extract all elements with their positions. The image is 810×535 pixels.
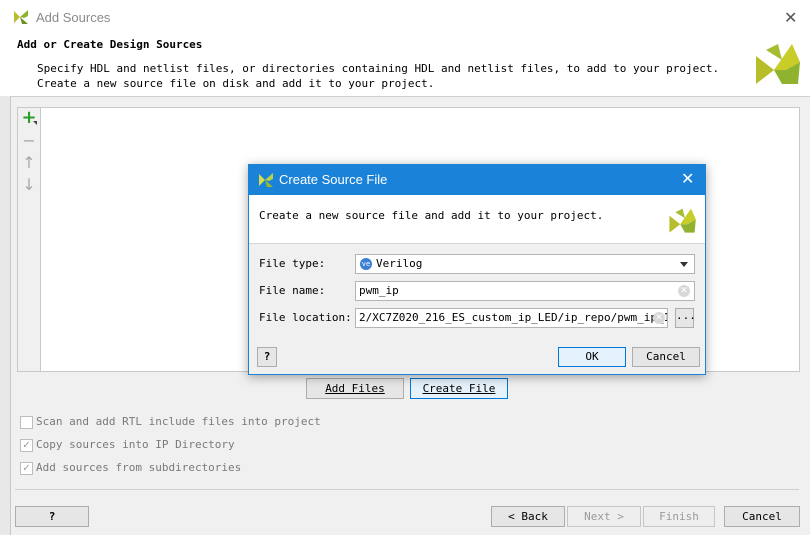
add-subdirs-checkbox[interactable]: ✓ bbox=[20, 462, 33, 475]
divider bbox=[15, 489, 799, 490]
move-down-icon[interactable]: ↓ bbox=[21, 177, 37, 193]
file-type-label: File type: bbox=[259, 257, 326, 270]
scan-rtl-checkbox[interactable] bbox=[20, 416, 33, 429]
file-name-value: pwm_ip bbox=[359, 284, 399, 297]
verilog-icon: ve bbox=[360, 258, 372, 270]
file-type-value: Verilog bbox=[376, 257, 423, 270]
remove-icon[interactable]: − bbox=[21, 133, 37, 149]
dropdown-arrow-icon bbox=[33, 121, 37, 125]
dialog-header: Create a new source file and add it to y… bbox=[249, 195, 705, 244]
vivado-logo-icon bbox=[756, 44, 800, 84]
add-subdirs-label: Add sources from subdirectories bbox=[36, 461, 242, 474]
file-name-input[interactable]: pwm_ip ✕ bbox=[355, 281, 695, 301]
vivado-logo-icon bbox=[259, 173, 273, 187]
file-name-label: File name: bbox=[259, 284, 326, 297]
page-title: Add or Create Design Sources bbox=[17, 38, 203, 51]
browse-button[interactable]: ... bbox=[675, 308, 696, 328]
window-title: Add Sources bbox=[36, 10, 111, 25]
dialog-help-button[interactable]: ? bbox=[257, 347, 277, 367]
file-location-value: 2/XC7Z020_216_ES_custom_ip_LED/ip_repo/p… bbox=[359, 311, 668, 324]
add-files-label: Add Files bbox=[325, 382, 385, 395]
create-source-file-dialog: Create Source File ✕ Create a new source… bbox=[248, 164, 706, 375]
next-button[interactable]: Next > bbox=[567, 506, 641, 527]
scan-rtl-label: Scan and add RTL include files into proj… bbox=[36, 415, 321, 428]
help-button[interactable]: ? bbox=[15, 506, 89, 527]
file-location-label: File location: bbox=[259, 311, 352, 324]
close-icon[interactable]: ✕ bbox=[784, 8, 797, 27]
file-type-select[interactable]: ve Verilog bbox=[355, 254, 695, 274]
copy-sources-label: Copy sources into IP Directory bbox=[36, 438, 235, 451]
dialog-description: Create a new source file and add it to y… bbox=[259, 209, 604, 222]
add-files-button[interactable]: Add Files bbox=[306, 378, 404, 399]
clear-icon[interactable]: ✕ bbox=[653, 312, 665, 324]
create-file-button[interactable]: Create File bbox=[410, 378, 508, 399]
clear-icon[interactable]: ✕ bbox=[678, 285, 690, 297]
move-up-icon[interactable]: ↑ bbox=[21, 155, 37, 171]
left-edge-panel bbox=[0, 96, 11, 535]
title-bar: Add Sources ✕ bbox=[0, 0, 810, 34]
ok-button[interactable]: OK bbox=[558, 347, 626, 367]
cancel-button[interactable]: Cancel bbox=[724, 506, 800, 527]
dialog-title-bar: Create Source File ✕ bbox=[249, 165, 705, 195]
copy-sources-checkbox[interactable]: ✓ bbox=[20, 439, 33, 452]
vivado-logo-icon bbox=[669, 208, 696, 233]
dialog-title: Create Source File bbox=[279, 172, 388, 187]
finish-button[interactable]: Finish bbox=[643, 506, 715, 527]
dialog-close-icon[interactable]: ✕ bbox=[681, 169, 694, 188]
create-file-label: Create File bbox=[422, 382, 496, 395]
chevron-down-icon bbox=[680, 262, 688, 267]
file-location-input[interactable]: 2/XC7Z020_216_ES_custom_ip_LED/ip_repo/p… bbox=[355, 308, 668, 328]
page-description: Specify HDL and netlist files, or direct… bbox=[37, 62, 720, 90]
back-button[interactable]: < Back bbox=[491, 506, 565, 527]
vivado-logo-icon bbox=[14, 10, 28, 24]
dialog-cancel-button[interactable]: Cancel bbox=[632, 347, 700, 367]
